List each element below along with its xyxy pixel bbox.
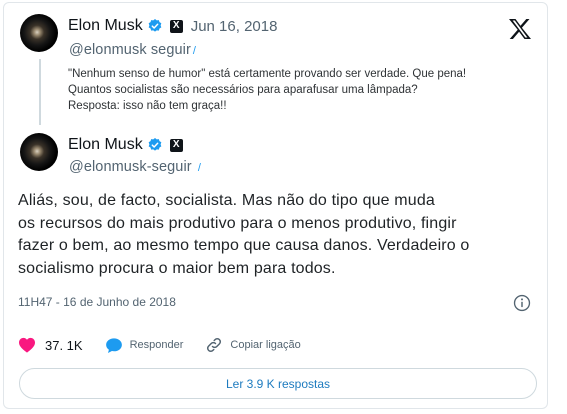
quoted-line: Resposta: isso não tem graça!! xyxy=(68,100,227,112)
quoted-line: "Nenhum senso de humor" está certamente … xyxy=(68,68,467,80)
follow-mark-icon: / xyxy=(192,45,197,57)
tweet-text-line: Aliás, sou, de facto, socialista. Mas nã… xyxy=(18,192,435,209)
verified-badge-icon xyxy=(148,19,162,32)
main-author-handle-row: @elonmusk-seguir / xyxy=(69,159,202,175)
quoted-author-handle-row: @elonmusk seguir / xyxy=(69,42,196,58)
copy-link-label: Copiar ligação xyxy=(230,339,301,351)
x-affiliation-badge-icon: X xyxy=(169,138,183,152)
reply-bubble-icon xyxy=(105,337,122,353)
avatar[interactable] xyxy=(20,133,58,171)
quoted-line: Quantos socialistas são necessários para… xyxy=(68,84,418,96)
tweet-text-line: os recursos do mais produtivo para o men… xyxy=(18,214,457,232)
tweet-text-line: socialismo procura o maior bem para todo… xyxy=(18,259,336,277)
copy-link-button[interactable]: Copiar ligação xyxy=(205,336,301,354)
thread-line xyxy=(39,59,41,125)
info-icon[interactable] xyxy=(513,294,531,312)
x-logo-icon[interactable] xyxy=(508,18,532,40)
main-author-row: Elon Musk X xyxy=(68,136,183,154)
author-handle[interactable]: @elonmusk xyxy=(69,42,147,58)
author-handle[interactable]: @elonmusk xyxy=(69,159,147,175)
quoted-author-row: Elon Musk X Jun 16, 2018 xyxy=(68,17,277,35)
author-name[interactable]: Elon Musk xyxy=(68,136,143,154)
tweet-text-line: fazer o bem, ao mesmo tempo que causa da… xyxy=(18,237,470,254)
link-icon xyxy=(207,337,222,353)
heart-icon xyxy=(19,337,35,353)
x-affiliation-badge-icon: X xyxy=(169,19,183,33)
follow-mark-icon: / xyxy=(197,162,202,174)
follow-link[interactable]: seguir xyxy=(151,42,191,58)
tweet-timestamp[interactable]: 11H47 - 16 de Junho de 2018 xyxy=(18,295,176,309)
like-button[interactable]: 37. 1K xyxy=(18,337,83,353)
author-name[interactable]: Elon Musk xyxy=(68,17,143,35)
follow-link[interactable]: seguir xyxy=(152,159,192,175)
tweet-actions: 37. 1K Responder Copiar ligação xyxy=(18,334,323,356)
tweet-card: Elon Musk X Jun 16, 2018 @elonmusk segui… xyxy=(3,2,548,409)
reply-label: Responder xyxy=(129,339,184,351)
avatar[interactable] xyxy=(20,14,58,52)
tweet-date[interactable]: Jun 16, 2018 xyxy=(191,18,278,35)
like-count: 37. 1K xyxy=(45,337,83,353)
read-replies-label: Ler 3.9 K respostas xyxy=(225,376,331,391)
quoted-tweet-text: "Nenhum senso de humor" está certamente … xyxy=(68,66,538,114)
tweet-text: Aliás, sou, de facto, socialista. Mas nã… xyxy=(18,190,540,280)
reply-button[interactable]: Responder xyxy=(105,337,184,354)
read-replies-button[interactable]: Ler 3.9 K respostas xyxy=(19,368,537,399)
verified-badge-icon xyxy=(148,138,162,151)
